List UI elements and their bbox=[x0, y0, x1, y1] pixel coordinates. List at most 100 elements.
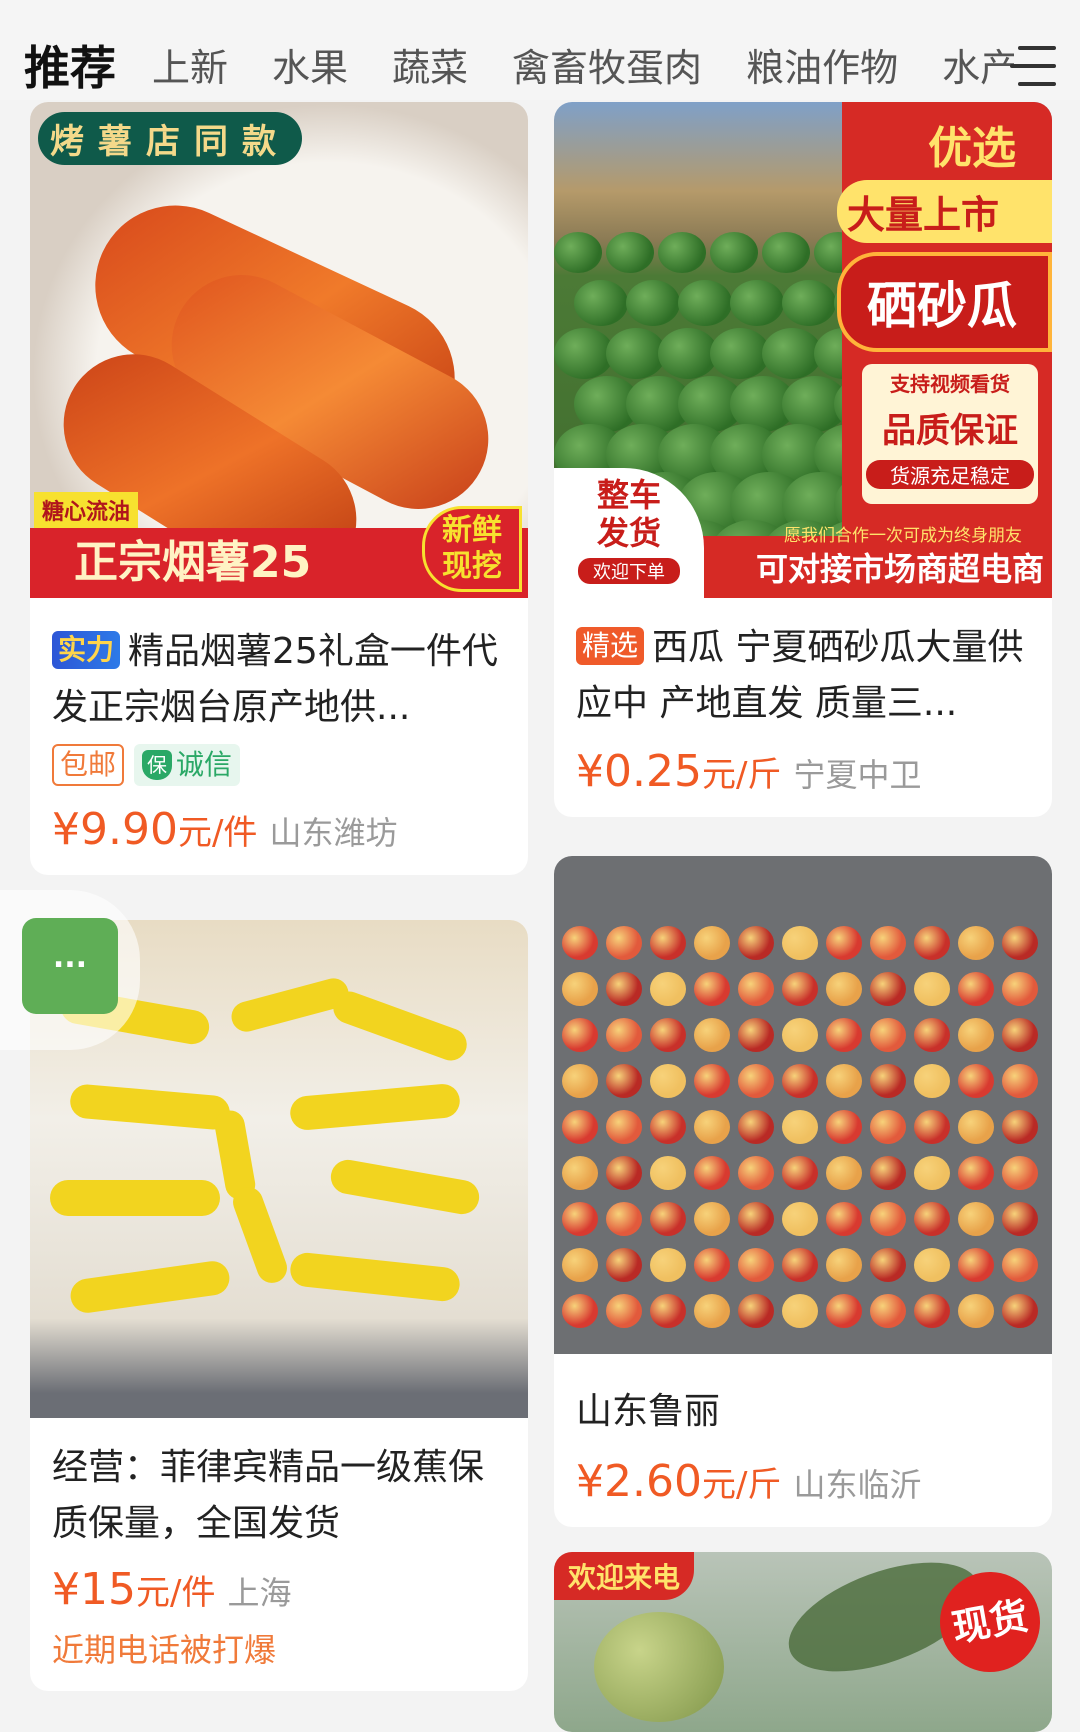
apple-shape bbox=[914, 1064, 950, 1098]
menu-icon[interactable] bbox=[1010, 46, 1056, 86]
apple-shape bbox=[826, 1018, 862, 1052]
apple-shape bbox=[562, 1018, 598, 1052]
apple-shape bbox=[914, 1202, 950, 1236]
apple-shape bbox=[782, 1064, 818, 1098]
apple-shape bbox=[738, 1202, 774, 1236]
apple-shape bbox=[650, 926, 686, 960]
watermelon-shape bbox=[554, 328, 614, 379]
apple-shape bbox=[870, 1110, 906, 1144]
price: ¥9.90元/件 bbox=[52, 804, 258, 855]
apple-shape bbox=[1002, 1156, 1038, 1190]
apple-shape bbox=[826, 926, 862, 960]
apple-shape bbox=[562, 1156, 598, 1190]
product-card-apple[interactable]: 山东鲁丽 ¥2.60元/斤 山东临沂 bbox=[554, 856, 1052, 1527]
apple-shape bbox=[958, 926, 994, 960]
watermelon-shape bbox=[762, 328, 822, 379]
tab-recommend[interactable]: 推荐 bbox=[24, 38, 116, 98]
product-card-sweet-potato[interactable]: 烤薯店同款 糖心流油 正宗烟薯25 新鲜现挖 实力 精品烟薯25礼盒一件代发正宗烟… bbox=[30, 102, 528, 875]
tab-vegetable[interactable]: 蔬菜 bbox=[392, 38, 468, 98]
watermelon-shape bbox=[782, 280, 836, 326]
apple-shape bbox=[562, 926, 598, 960]
image-text: 货源充足稳定 bbox=[866, 460, 1034, 489]
apple-shape bbox=[870, 1018, 906, 1052]
badge-strength: 实力 bbox=[52, 631, 121, 669]
tab-aquatic[interactable]: 水产 bbox=[942, 38, 1014, 98]
apple-shape bbox=[870, 1248, 906, 1282]
apple-shape bbox=[870, 1156, 906, 1190]
banana-shape bbox=[288, 1251, 462, 1303]
apple-shape bbox=[738, 1018, 774, 1052]
apple-shape bbox=[914, 1248, 950, 1282]
apple-shape bbox=[1002, 1202, 1038, 1236]
apple-shape bbox=[738, 1064, 774, 1098]
apple-shape bbox=[650, 1018, 686, 1052]
watermelon-shape bbox=[658, 328, 718, 379]
apple-shape bbox=[694, 1064, 730, 1098]
apple-shape bbox=[562, 1294, 598, 1328]
apple-shape bbox=[914, 1110, 950, 1144]
apple-shape bbox=[650, 1294, 686, 1328]
product-title: 山东鲁丽 bbox=[576, 1391, 721, 1432]
apple-shape bbox=[914, 1156, 950, 1190]
top-category-bar: 推荐 上新 水果 蔬菜 禽畜牧蛋肉 粮油作物 水产 bbox=[0, 0, 1080, 100]
free-shipping-tag: 包邮 bbox=[52, 744, 125, 786]
apple-shape bbox=[738, 926, 774, 960]
apple-shape bbox=[870, 926, 906, 960]
apple-shape bbox=[958, 1018, 994, 1052]
more-icon: ... bbox=[22, 918, 118, 1014]
apple-shape bbox=[562, 1202, 598, 1236]
tab-livestock[interactable]: 禽畜牧蛋肉 bbox=[512, 38, 702, 98]
apple-shape bbox=[694, 1248, 730, 1282]
product-image: 优选 大量上市 硒砂瓜 支持视频看货 品质保证 货源充足稳定 愿我们合作一次可成… bbox=[554, 102, 1052, 598]
image-text: 新鲜现挖 bbox=[422, 506, 522, 592]
image-text: 烤薯店同款 bbox=[38, 112, 302, 165]
apple-shape bbox=[826, 1156, 862, 1190]
apple-shape bbox=[1002, 1064, 1038, 1098]
watermelon-shape bbox=[710, 328, 770, 379]
apple-shape bbox=[958, 1064, 994, 1098]
floating-more-button[interactable]: ... bbox=[0, 890, 140, 1050]
apple-shape bbox=[782, 1248, 818, 1282]
image-text: 可对接市场商超电商 bbox=[755, 550, 1044, 588]
price: ¥15元/件 bbox=[52, 1564, 216, 1615]
apple-shape bbox=[650, 1156, 686, 1190]
tab-new[interactable]: 上新 bbox=[152, 38, 228, 98]
product-image: 烤薯店同款 糖心流油 正宗烟薯25 新鲜现挖 bbox=[30, 102, 528, 598]
watermelon-shape bbox=[658, 232, 706, 273]
tab-grain-oil[interactable]: 粮油作物 bbox=[746, 38, 898, 98]
apple-shape bbox=[606, 926, 642, 960]
apple-shape bbox=[1002, 1248, 1038, 1282]
apple-shape bbox=[606, 1110, 642, 1144]
image-text: 品质保证 bbox=[882, 411, 1018, 451]
watermelon-shape bbox=[606, 328, 666, 379]
location: 山东临沂 bbox=[793, 1466, 922, 1504]
product-card-fruit[interactable]: 欢迎来电 现货 bbox=[554, 1552, 1052, 1732]
apple-shape bbox=[870, 1202, 906, 1236]
banana-shape bbox=[228, 1182, 292, 1288]
image-text: 正宗烟薯25 bbox=[74, 537, 312, 588]
banana-shape bbox=[288, 1082, 462, 1132]
image-text: 欢迎来电 bbox=[554, 1552, 695, 1600]
tab-fruit[interactable]: 水果 bbox=[272, 38, 348, 98]
apple-shape bbox=[958, 1294, 994, 1328]
badge-selected: 精选 bbox=[576, 627, 645, 665]
watermelon-shape bbox=[678, 280, 732, 326]
apple-shape bbox=[958, 1110, 994, 1144]
watermelon-shape bbox=[626, 280, 680, 326]
apple-shape bbox=[782, 1294, 818, 1328]
product-title: 实力 精品烟薯25礼盒一件代发正宗烟台原产地供... bbox=[52, 631, 498, 728]
apple-shape bbox=[826, 1294, 862, 1328]
apple-shape bbox=[694, 926, 730, 960]
apple-shape bbox=[826, 972, 862, 1006]
product-card-watermelon[interactable]: 优选 大量上市 硒砂瓜 支持视频看货 品质保证 货源充足稳定 愿我们合作一次可成… bbox=[554, 102, 1052, 817]
apple-shape bbox=[606, 1294, 642, 1328]
apple-shape bbox=[914, 926, 950, 960]
shield-icon: 保 bbox=[142, 750, 173, 780]
credit-tag: 保诚信 bbox=[134, 744, 241, 786]
apple-shape bbox=[562, 1064, 598, 1098]
image-text: 糖心流油 bbox=[34, 492, 139, 528]
image-text: 大量上市 bbox=[837, 180, 1052, 243]
watermelon-shape bbox=[606, 232, 654, 273]
apple-shape bbox=[562, 1110, 598, 1144]
apple-shape bbox=[738, 1110, 774, 1144]
